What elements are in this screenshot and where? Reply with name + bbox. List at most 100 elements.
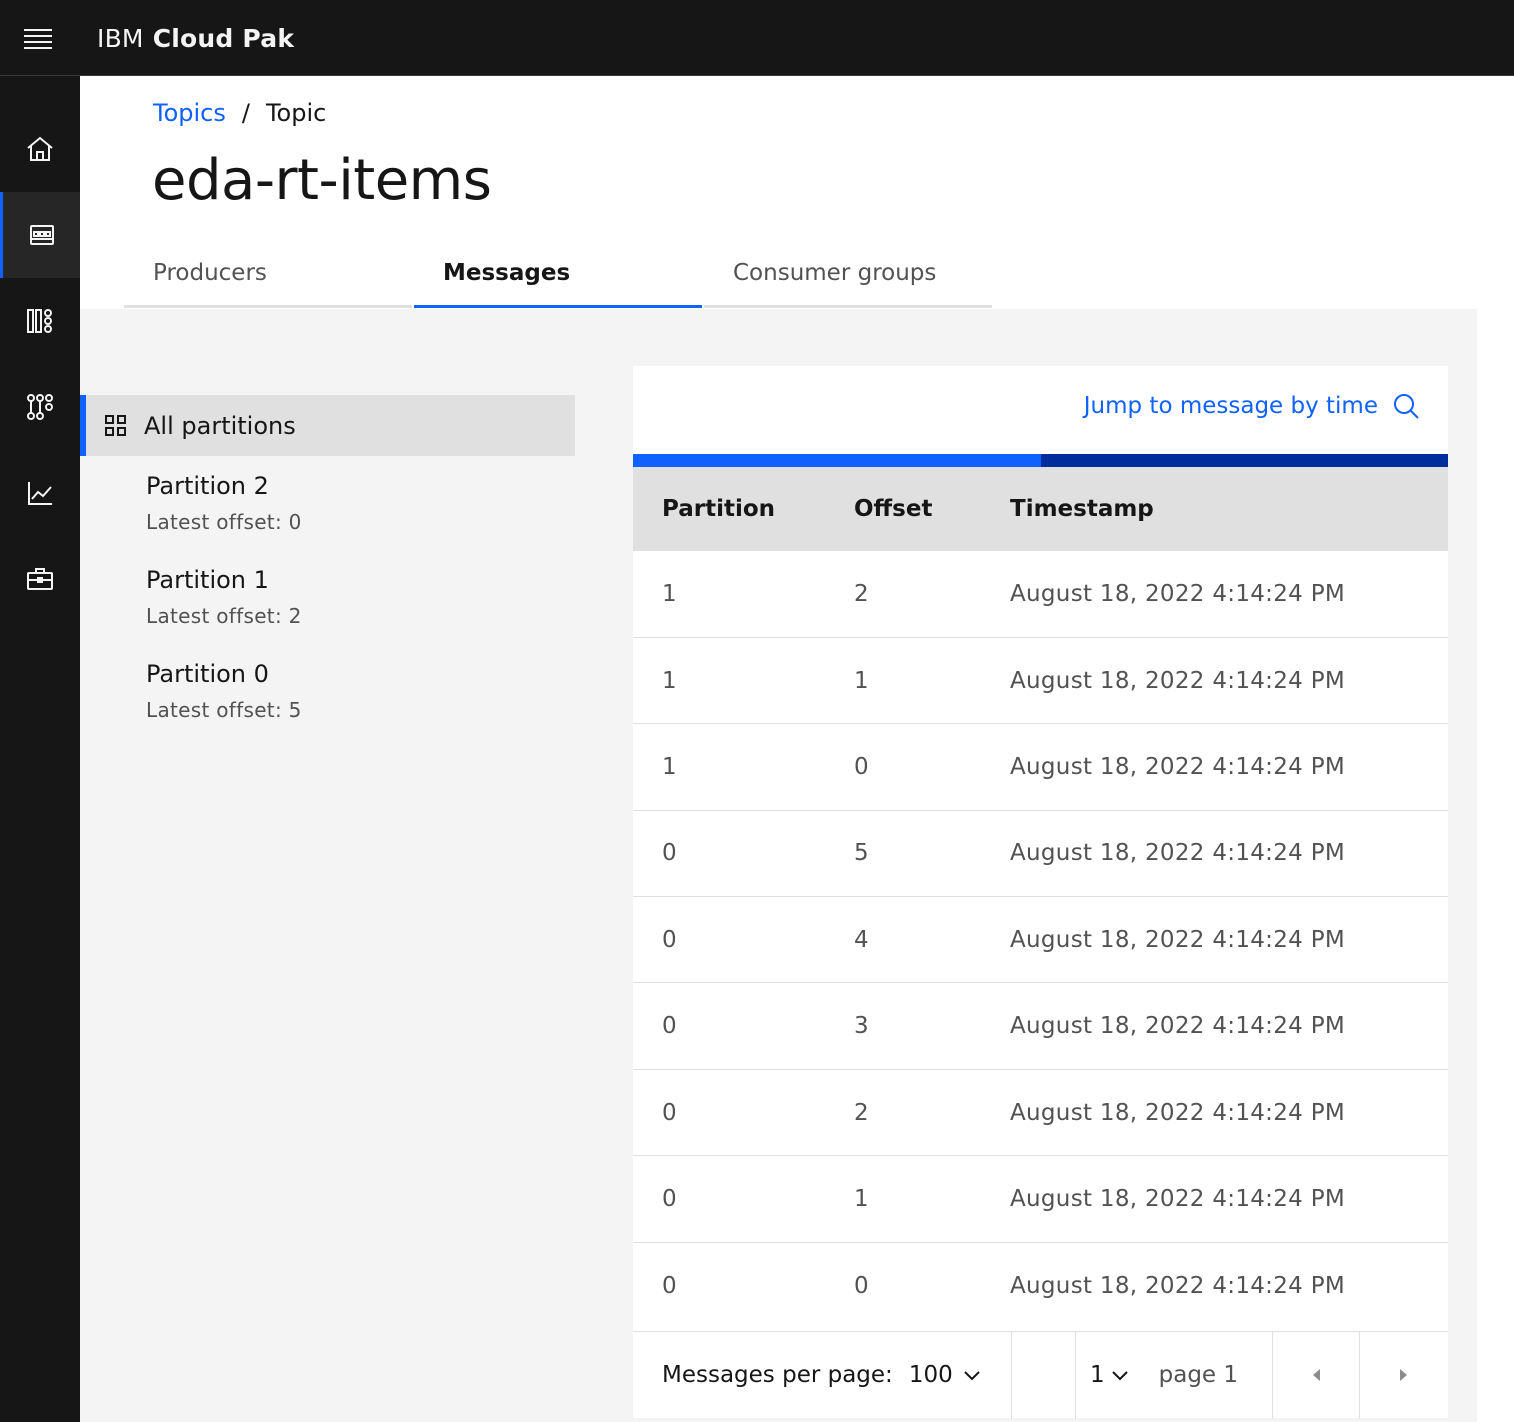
rail-item-topics[interactable] <box>0 192 80 278</box>
caret-left-icon <box>1313 1369 1320 1381</box>
cell-timestamp: August 18, 2022 4:14:24 PM <box>1010 926 1346 953</box>
product-brand[interactable]: IBM Cloud Pak <box>97 0 294 76</box>
cell-timestamp: August 18, 2022 4:14:24 PM <box>1010 1099 1346 1126</box>
caret-right-icon <box>1399 1369 1407 1381</box>
cell-partition: 1 <box>662 667 677 694</box>
cell-timestamp: August 18, 2022 4:14:24 PM <box>1010 1272 1346 1299</box>
monitoring-icon <box>28 482 52 505</box>
previous-page-button[interactable] <box>1273 1331 1360 1419</box>
items-per-page-label: Messages per page: <box>662 1362 893 1388</box>
partition-list: All partitions Partition 2 Latest offset… <box>80 395 575 738</box>
partition-all-item[interactable]: All partitions <box>80 395 575 456</box>
cell-offset: 1 <box>854 667 869 694</box>
table-row[interactable]: 1 2 August 18, 2022 4:14:24 PM <box>633 551 1448 638</box>
rail-item-schemas[interactable] <box>0 278 80 364</box>
chevron-down-icon <box>1111 1369 1129 1381</box>
cell-partition: 0 <box>662 1013 677 1040</box>
table-row[interactable]: 1 0 August 18, 2022 4:14:24 PM <box>633 724 1448 811</box>
cell-offset: 0 <box>854 1272 869 1299</box>
cell-offset: 1 <box>854 1185 869 1212</box>
partition-item-2[interactable]: Partition 2 Latest offset: 0 <box>80 456 575 550</box>
cell-offset: 2 <box>854 1099 869 1126</box>
column-header-offset[interactable]: Offset <box>854 467 1010 551</box>
cell-timestamp: August 18, 2022 4:14:24 PM <box>1010 753 1346 780</box>
table-row[interactable]: 0 3 August 18, 2022 4:14:24 PM <box>633 983 1448 1070</box>
cell-timestamp: August 18, 2022 4:14:24 PM <box>1010 1013 1346 1040</box>
items-per-page: Messages per page: 100 <box>633 1331 1012 1419</box>
table-row[interactable]: 0 5 August 18, 2022 4:14:24 PM <box>633 810 1448 897</box>
schema-icon <box>27 309 52 333</box>
grid-icon <box>104 414 128 438</box>
cell-timestamp: August 18, 2022 4:14:24 PM <box>1010 580 1346 607</box>
partition-name: Partition 0 <box>146 660 269 688</box>
brand-name: Cloud Pak <box>152 23 295 53</box>
loading-progress-bar <box>633 454 1448 467</box>
cell-partition: 1 <box>662 753 677 780</box>
tab-producers[interactable]: Producers <box>124 240 412 308</box>
rail-item-home[interactable] <box>0 106 80 192</box>
pagination-bar: Messages per page: 100 1 page 1 <box>633 1331 1448 1419</box>
page-title: eda-rt-items <box>152 148 492 213</box>
breadcrumb: Topics / Topic <box>153 96 326 130</box>
table-row[interactable]: 0 0 August 18, 2022 4:14:24 PM <box>633 1242 1448 1328</box>
cell-partition: 0 <box>662 1272 677 1299</box>
partition-item-0[interactable]: Partition 0 Latest offset: 5 <box>80 644 575 738</box>
cell-offset: 5 <box>854 840 869 867</box>
cell-offset: 2 <box>854 580 869 607</box>
rail-item-monitoring[interactable] <box>0 450 80 536</box>
breadcrumb-separator: / <box>241 99 250 127</box>
partition-name: Partition 1 <box>146 566 269 594</box>
partition-item-1[interactable]: Partition 1 Latest offset: 2 <box>80 550 575 644</box>
cell-partition: 1 <box>662 580 677 607</box>
top-header: IBM Cloud Pak <box>0 0 1514 76</box>
hamburger-menu-button[interactable] <box>0 0 76 76</box>
page-number-value: 1 <box>1090 1362 1105 1388</box>
toolbox-icon <box>27 568 53 590</box>
cell-partition: 0 <box>662 1185 677 1212</box>
home-icon <box>27 136 53 161</box>
cell-offset: 4 <box>854 926 869 953</box>
rail-item-toolbox[interactable] <box>0 536 80 622</box>
hamburger-icon <box>24 29 52 49</box>
page-selector: 1 page 1 <box>1076 1331 1273 1419</box>
progress-fill <box>633 454 1041 467</box>
partition-all-label: All partitions <box>144 411 296 440</box>
tab-consumer-groups[interactable]: Consumer groups <box>704 240 992 308</box>
jump-label: Jump to message by time <box>1083 393 1378 419</box>
next-page-button[interactable] <box>1360 1332 1447 1419</box>
search-icon <box>1392 392 1420 420</box>
messages-table: Partition Offset Timestamp 1 2 August 18, … <box>633 467 1448 1329</box>
rail-item-consumer-groups[interactable] <box>0 364 80 450</box>
cell-partition: 0 <box>662 926 677 953</box>
side-nav-rail <box>0 76 80 1422</box>
items-per-page-value: 100 <box>908 1362 953 1388</box>
partition-offset: Latest offset: 0 <box>146 510 302 534</box>
cell-partition: 0 <box>662 1099 677 1126</box>
jump-to-message-button[interactable]: Jump to message by time <box>1084 392 1420 420</box>
breadcrumb-topics-link[interactable]: Topics <box>153 99 226 127</box>
column-header-timestamp[interactable]: Timestamp <box>1010 467 1448 551</box>
partition-offset: Latest offset: 5 <box>146 698 302 722</box>
table-row[interactable]: 0 1 August 18, 2022 4:14:24 PM <box>633 1156 1448 1243</box>
topics-icon <box>29 225 54 245</box>
cell-offset: 0 <box>854 753 869 780</box>
partition-offset: Latest offset: 2 <box>146 604 302 628</box>
table-row[interactable]: 0 2 August 18, 2022 4:14:24 PM <box>633 1069 1448 1156</box>
messages-table-card: Jump to message by time Partition Offset… <box>633 366 1448 1419</box>
brand-prefix: IBM <box>97 23 144 53</box>
tab-list: Producers Messages Consumer groups <box>124 240 994 308</box>
table-header-row: Partition Offset Timestamp <box>633 467 1448 551</box>
pagination-spacer <box>1012 1331 1076 1419</box>
consumer-groups-icon <box>27 394 53 420</box>
breadcrumb-current: Topic <box>265 99 327 127</box>
items-per-page-select[interactable]: 100 <box>909 1362 981 1388</box>
page-number-select[interactable]: 1 <box>1090 1362 1129 1388</box>
table-row[interactable]: 1 1 August 18, 2022 4:14:24 PM <box>633 637 1448 724</box>
chevron-down-icon <box>963 1369 981 1381</box>
cell-timestamp: August 18, 2022 4:14:24 PM <box>1010 840 1346 867</box>
tab-messages[interactable]: Messages <box>414 240 702 308</box>
cell-offset: 3 <box>854 1013 869 1040</box>
column-header-partition[interactable]: Partition <box>633 467 854 551</box>
cell-partition: 0 <box>662 840 677 867</box>
table-row[interactable]: 0 4 August 18, 2022 4:14:24 PM <box>633 897 1448 983</box>
